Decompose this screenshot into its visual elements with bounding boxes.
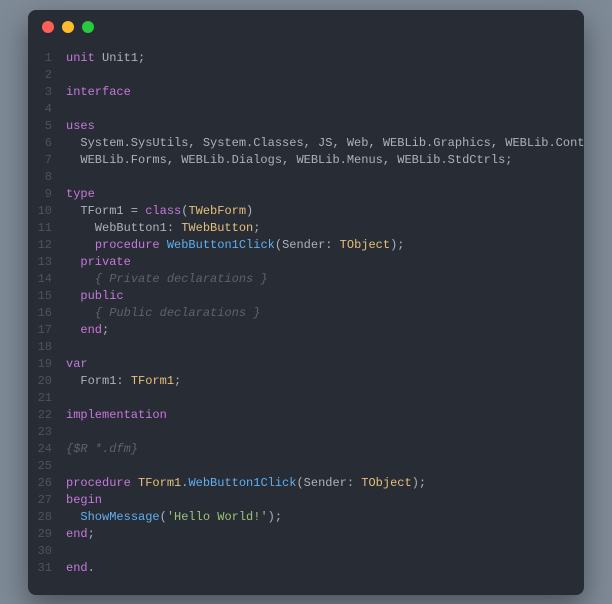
line-number: 2 <box>28 67 66 84</box>
line-number: 22 <box>28 407 66 424</box>
line-content <box>66 101 584 118</box>
line-number: 24 <box>28 441 66 458</box>
line-number: 20 <box>28 373 66 390</box>
titlebar <box>28 10 584 44</box>
minimize-icon[interactable] <box>62 21 74 33</box>
line-content: procedure WebButton1Click(Sender: TObjec… <box>66 237 584 254</box>
code-line: 11 WebButton1: TWebButton; <box>28 220 584 237</box>
code-line: 9type <box>28 186 584 203</box>
line-content: public <box>66 288 584 305</box>
line-content: unit Unit1; <box>66 50 584 67</box>
line-number: 19 <box>28 356 66 373</box>
line-content: { Private declarations } <box>66 271 584 288</box>
code-line: 7 WEBLib.Forms, WEBLib.Dialogs, WEBLib.M… <box>28 152 584 169</box>
code-line: 23 <box>28 424 584 441</box>
line-number: 10 <box>28 203 66 220</box>
line-number: 25 <box>28 458 66 475</box>
line-number: 11 <box>28 220 66 237</box>
code-line: 21 <box>28 390 584 407</box>
code-line: 30 <box>28 543 584 560</box>
line-number: 7 <box>28 152 66 169</box>
line-number: 31 <box>28 560 66 577</box>
editor-window: 1unit Unit1;23interface45uses6 System.Sy… <box>28 10 584 595</box>
code-line: 18 <box>28 339 584 356</box>
line-number: 26 <box>28 475 66 492</box>
code-line: 5uses <box>28 118 584 135</box>
line-content: private <box>66 254 584 271</box>
code-line: 13 private <box>28 254 584 271</box>
line-number: 6 <box>28 135 66 152</box>
line-number: 29 <box>28 526 66 543</box>
line-content <box>66 458 584 475</box>
line-content <box>66 339 584 356</box>
line-content: interface <box>66 84 584 101</box>
line-content: type <box>66 186 584 203</box>
line-number: 3 <box>28 84 66 101</box>
line-number: 17 <box>28 322 66 339</box>
line-content: var <box>66 356 584 373</box>
line-number: 14 <box>28 271 66 288</box>
line-content: implementation <box>66 407 584 424</box>
line-number: 28 <box>28 509 66 526</box>
line-content: uses <box>66 118 584 135</box>
line-number: 4 <box>28 101 66 118</box>
line-number: 30 <box>28 543 66 560</box>
code-line: 25 <box>28 458 584 475</box>
line-content: ShowMessage('Hello World!'); <box>66 509 584 526</box>
code-line: 26procedure TForm1.WebButton1Click(Sende… <box>28 475 584 492</box>
code-line: 3interface <box>28 84 584 101</box>
line-content: end. <box>66 560 584 577</box>
line-content: procedure TForm1.WebButton1Click(Sender:… <box>66 475 584 492</box>
code-line: 22implementation <box>28 407 584 424</box>
line-content: WebButton1: TWebButton; <box>66 220 584 237</box>
code-line: 29end; <box>28 526 584 543</box>
zoom-icon[interactable] <box>82 21 94 33</box>
code-line: 2 <box>28 67 584 84</box>
code-line: 15 public <box>28 288 584 305</box>
code-line: 1unit Unit1; <box>28 50 584 67</box>
line-content <box>66 169 584 186</box>
line-content <box>66 424 584 441</box>
code-line: 14 { Private declarations } <box>28 271 584 288</box>
line-number: 18 <box>28 339 66 356</box>
line-number: 1 <box>28 50 66 67</box>
line-content: WEBLib.Forms, WEBLib.Dialogs, WEBLib.Men… <box>66 152 584 169</box>
code-line: 16 { Public declarations } <box>28 305 584 322</box>
close-icon[interactable] <box>42 21 54 33</box>
code-line: 20 Form1: TForm1; <box>28 373 584 390</box>
line-number: 21 <box>28 390 66 407</box>
line-number: 13 <box>28 254 66 271</box>
line-content <box>66 67 584 84</box>
line-number: 9 <box>28 186 66 203</box>
code-line: 27begin <box>28 492 584 509</box>
line-content: { Public declarations } <box>66 305 584 322</box>
line-content: begin <box>66 492 584 509</box>
code-area[interactable]: 1unit Unit1;23interface45uses6 System.Sy… <box>28 44 584 595</box>
line-number: 15 <box>28 288 66 305</box>
code-line: 17 end; <box>28 322 584 339</box>
line-number: 8 <box>28 169 66 186</box>
code-line: 24{$R *.dfm} <box>28 441 584 458</box>
line-content <box>66 390 584 407</box>
line-content: end; <box>66 322 584 339</box>
code-line: 31end. <box>28 560 584 577</box>
code-line: 28 ShowMessage('Hello World!'); <box>28 509 584 526</box>
line-content <box>66 543 584 560</box>
code-line: 12 procedure WebButton1Click(Sender: TOb… <box>28 237 584 254</box>
line-content: System.SysUtils, System.Classes, JS, Web… <box>66 135 584 152</box>
line-content: end; <box>66 526 584 543</box>
line-number: 12 <box>28 237 66 254</box>
line-number: 27 <box>28 492 66 509</box>
code-line: 6 System.SysUtils, System.Classes, JS, W… <box>28 135 584 152</box>
line-content: Form1: TForm1; <box>66 373 584 390</box>
line-number: 16 <box>28 305 66 322</box>
code-line: 19var <box>28 356 584 373</box>
line-content: {$R *.dfm} <box>66 441 584 458</box>
code-line: 10 TForm1 = class(TWebForm) <box>28 203 584 220</box>
line-content: TForm1 = class(TWebForm) <box>66 203 584 220</box>
code-line: 8 <box>28 169 584 186</box>
line-number: 5 <box>28 118 66 135</box>
line-number: 23 <box>28 424 66 441</box>
code-line: 4 <box>28 101 584 118</box>
